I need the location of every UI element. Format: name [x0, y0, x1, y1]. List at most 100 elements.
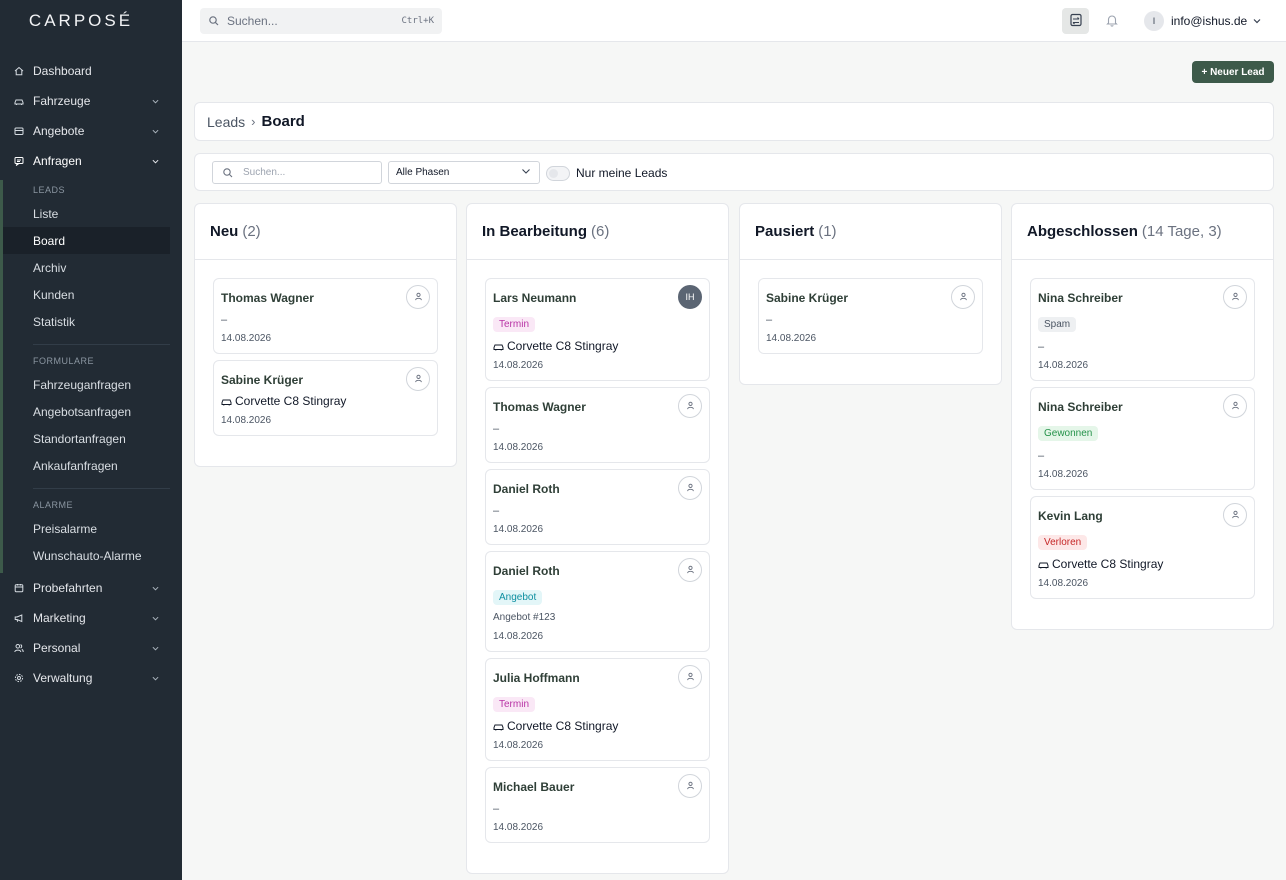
assign-user-button[interactable]: [678, 665, 702, 689]
sidebar-item-verwaltung[interactable]: Verwaltung: [0, 663, 182, 693]
global-search-input[interactable]: Suchen... Ctrl+K: [200, 8, 442, 34]
chevron-down-icon: [150, 126, 160, 136]
switch-view-button[interactable]: [1062, 8, 1089, 34]
assign-user-button[interactable]: [678, 476, 702, 500]
sidebar-item-archiv[interactable]: Archiv: [3, 254, 170, 281]
user-menu[interactable]: I info@ishus.de: [1144, 10, 1261, 32]
status-badge: Angebot: [493, 590, 543, 605]
sidebar-item-personal[interactable]: Personal: [0, 633, 182, 663]
lead-vehicle: Corvette C8 Stingray: [1038, 557, 1247, 571]
lead-date: 14.08.2026: [493, 442, 544, 453]
sidebar-item-label: Angebote: [33, 124, 85, 138]
assign-user-button[interactable]: [406, 367, 430, 391]
status-badge: Gewonnen: [1038, 426, 1099, 441]
chevron-down-icon: [150, 613, 160, 623]
lead-card[interactable]: Sabine Krüger – 14.08.2026: [758, 278, 983, 354]
sidebar-item-fahrzeuganfragen[interactable]: Fahrzeuganfragen: [3, 371, 170, 398]
topbar: Suchen... Ctrl+K I info@ishus.de: [182, 0, 1286, 42]
assign-user-button[interactable]: [1223, 394, 1247, 418]
assign-user-button[interactable]: [678, 774, 702, 798]
lead-card[interactable]: Michael Bauer – 14.08.2026: [485, 767, 710, 843]
lead-vehicle: Corvette C8 Stingray: [493, 719, 702, 733]
column-count: (14 Tage, 3): [1141, 223, 1222, 240]
lead-card[interactable]: Nina Schreiber Gewonnen – 14.08.2026: [1030, 387, 1255, 490]
breadcrumb-leads-link[interactable]: Leads: [207, 114, 245, 130]
chevron-down-icon: [521, 166, 531, 179]
lead-name: Lars Neumann: [493, 291, 577, 305]
sidebar-item-anfragen[interactable]: Anfragen: [0, 146, 182, 176]
sidebar-item-preisalarme[interactable]: Preisalarme: [3, 515, 170, 542]
vehicle-name: Corvette C8 Stingray: [507, 719, 619, 733]
column-title: Pausiert: [755, 223, 815, 240]
user-icon: [686, 481, 695, 495]
assign-user-button[interactable]: [678, 394, 702, 418]
sidebar-item-statistik[interactable]: Statistik: [3, 308, 170, 335]
column-body: Nina Schreiber Spam – 14.08.2026 Nina Sc…: [1012, 260, 1273, 629]
user-icon: [686, 670, 695, 684]
lead-card[interactable]: Daniel Roth – 14.08.2026: [485, 469, 710, 545]
lead-offer-ref: Angebot #123: [493, 612, 556, 623]
lead-search-input[interactable]: Suchen...: [212, 161, 382, 184]
toggle-switch[interactable]: [546, 165, 570, 181]
lead-card[interactable]: Kevin Lang Verloren Corvette C8 Stingray…: [1030, 496, 1255, 599]
lead-card[interactable]: Julia Hoffmann Termin Corvette C8 Stingr…: [485, 658, 710, 761]
board-column-neu: Neu (2) Thomas Wagner – 14.08.2026 Sabin…: [194, 203, 457, 467]
column-title: Neu: [210, 223, 239, 240]
board-column-abgeschlossen: Abgeschlossen (14 Tage, 3) Nina Schreibe…: [1011, 203, 1274, 630]
chevron-down-icon: [1253, 17, 1261, 25]
sidebar-item-standortanfragen[interactable]: Standortanfragen: [3, 425, 170, 452]
sidebar-item-angebote[interactable]: Angebote: [0, 116, 182, 146]
lead-card[interactable]: Thomas Wagner – 14.08.2026: [213, 278, 438, 354]
sidebar-item-wunschauto-alarme[interactable]: Wunschauto-Alarme: [3, 542, 170, 569]
lead-card[interactable]: Daniel Roth Angebot Angebot #123 14.08.2…: [485, 551, 710, 652]
sidebar-item-kunden[interactable]: Kunden: [3, 281, 170, 308]
lead-vehicle: Corvette C8 Stingray: [221, 394, 430, 408]
sidebar-item-angebotsanfragen[interactable]: Angebotsanfragen: [3, 398, 170, 425]
car-icon: [12, 94, 26, 108]
divider: [33, 344, 170, 345]
lead-vehicle-empty: –: [493, 505, 500, 517]
lead-date: 14.08.2026: [1038, 469, 1089, 480]
sidebar-item-marketing[interactable]: Marketing: [0, 603, 182, 633]
sidebar-item-ankaufanfragen[interactable]: Ankaufanfragen: [3, 452, 170, 479]
sidebar-item-label: Personal: [33, 641, 81, 655]
new-lead-button[interactable]: + Neuer Lead: [1192, 61, 1274, 83]
lead-name: Thomas Wagner: [493, 400, 586, 414]
assign-user-button[interactable]: [678, 558, 702, 582]
assign-user-button[interactable]: [1223, 503, 1247, 527]
column-header: Pausiert (1): [740, 204, 1001, 260]
assign-user-button[interactable]: [406, 285, 430, 309]
sidebar-item-probefahrten[interactable]: Probefahrten: [0, 573, 182, 603]
status-badge: Spam: [1038, 317, 1077, 332]
lead-name: Sabine Krüger: [766, 291, 849, 305]
column-count: (2): [242, 223, 261, 240]
sidebar-item-fahrzeuge[interactable]: Fahrzeuge: [0, 86, 182, 116]
chevron-down-icon: [150, 643, 160, 653]
vehicle-name: Corvette C8 Stingray: [235, 394, 347, 408]
column-title: Abgeschlossen: [1027, 223, 1138, 240]
user-icon: [1231, 399, 1240, 413]
lead-card[interactable]: Sabine Krüger Corvette C8 Stingray 14.08…: [213, 360, 438, 436]
assign-user-button[interactable]: [1223, 285, 1247, 309]
lead-card[interactable]: Thomas Wagner – 14.08.2026: [485, 387, 710, 463]
sidebar-item-liste[interactable]: Liste: [3, 200, 170, 227]
lead-card[interactable]: Nina Schreiber Spam – 14.08.2026: [1030, 278, 1255, 381]
sidebar-item-dashboard[interactable]: Dashboard: [0, 56, 182, 86]
assign-user-button[interactable]: [951, 285, 975, 309]
only-mine-toggle[interactable]: Nur meine Leads: [546, 163, 667, 183]
column-body: Thomas Wagner – 14.08.2026 Sabine Krüger…: [195, 260, 456, 466]
section-heading-alarme: ALARME: [33, 500, 74, 510]
vehicle-name: Corvette C8 Stingray: [1052, 557, 1164, 571]
user-icon: [686, 563, 695, 577]
sidebar-item-board[interactable]: Board: [3, 227, 170, 254]
notifications-button[interactable]: [1098, 8, 1125, 34]
car-icon: [1038, 560, 1049, 569]
chevron-down-icon: [150, 96, 160, 106]
app-logo[interactable]: CARPOSÉ: [0, 0, 182, 42]
phase-select[interactable]: Alle Phasen: [388, 161, 540, 184]
assignee-avatar[interactable]: IH: [678, 285, 702, 309]
lead-card[interactable]: Lars Neumann IH Termin Corvette C8 Sting…: [485, 278, 710, 381]
car-icon: [221, 397, 232, 406]
lead-date: 14.08.2026: [493, 524, 544, 535]
bell-icon: [1105, 13, 1119, 30]
